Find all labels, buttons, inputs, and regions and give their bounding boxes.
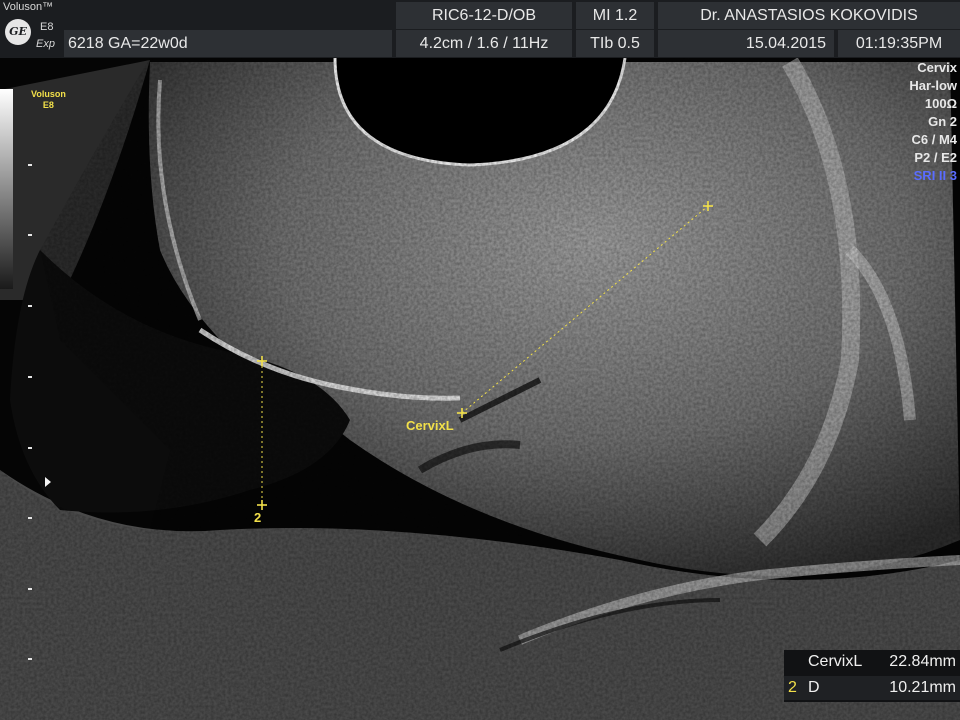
- result-row: 2 D 10.21mm: [784, 676, 960, 700]
- physician-name: Dr. ANASTASIOS KOKOVIDIS: [658, 2, 960, 29]
- result-name: CervixL: [808, 653, 863, 670]
- focus-marker-icon[interactable]: [45, 477, 51, 487]
- voluson-badge: Voluson E8: [31, 89, 66, 111]
- brand-block: Voluson™ GE E8 Exp: [0, 0, 62, 58]
- cervix-length-label: CervixL: [406, 418, 454, 433]
- result-name: D: [808, 679, 820, 696]
- ge-logo-icon: GE: [5, 19, 31, 45]
- ultrasound-image[interactable]: [0, 58, 960, 720]
- param-gain: Gn 2: [928, 114, 957, 129]
- result-value: 22.84mm: [889, 653, 956, 670]
- param-harmonic: Har-low: [909, 78, 957, 93]
- probe-info: RIC6-12-D/OB: [396, 2, 572, 29]
- param-persistence: P2 / E2: [914, 150, 957, 165]
- header-bar: Voluson™ GE E8 Exp RIC6-12-D/OB MI 1.2 D…: [0, 0, 960, 58]
- depth-tick: [28, 517, 32, 519]
- result-value: 10.21mm: [889, 679, 956, 696]
- ultrasound-canvas: [0, 58, 960, 720]
- depth-tick: [28, 234, 32, 236]
- depth-tick: [28, 658, 32, 660]
- result-index: 2: [788, 679, 797, 696]
- depth-tick: [28, 447, 32, 449]
- patient-info: 6218 GA=22w0d: [64, 30, 392, 57]
- tib-info: TIb 0.5: [576, 30, 654, 57]
- measurement-results: CervixL 22.84mm 2 D 10.21mm: [784, 650, 960, 702]
- depth-info: 4.2cm / 1.6 / 11Hz: [396, 30, 572, 57]
- depth-tick: [28, 588, 32, 590]
- imaging-parameters: Cervix Har-low 100Ω Gn 2 C6 / M4 P2 / E2…: [909, 59, 957, 185]
- mode-label: Exp: [36, 38, 55, 50]
- exam-time: 01:19:35PM: [838, 30, 960, 57]
- param-preset: Cervix: [917, 60, 957, 75]
- param-sri: SRI II 3: [913, 168, 957, 183]
- voluson-badge-brand: Voluson: [31, 89, 66, 99]
- mi-info: MI 1.2: [576, 2, 654, 29]
- brand-name: Voluson™: [3, 1, 54, 13]
- voluson-badge-model: E8: [42, 100, 54, 110]
- depth-tick: [28, 164, 32, 166]
- depth-tick: [28, 305, 32, 307]
- depth-tick: [28, 376, 32, 378]
- param-crs-map: C6 / M4: [911, 132, 957, 147]
- result-row: CervixL 22.84mm: [784, 650, 960, 674]
- model-label: E8: [40, 21, 54, 33]
- param-power: 100Ω: [924, 96, 957, 111]
- grayscale-bar: [0, 89, 13, 289]
- exam-date: 15.04.2015: [658, 30, 834, 57]
- distance-index-label: 2: [254, 510, 262, 525]
